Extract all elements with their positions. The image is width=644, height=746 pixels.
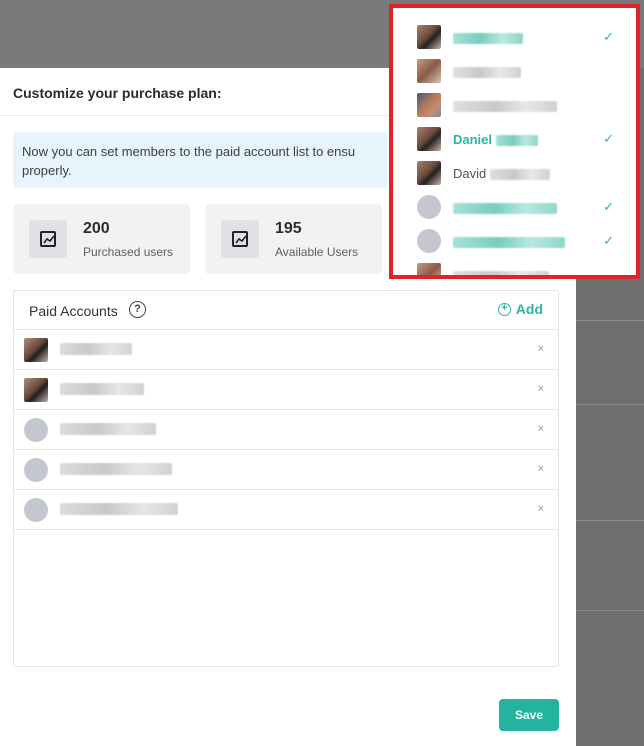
paid-accounts-header: Paid Accounts ? + Add — [14, 291, 558, 330]
remove-icon[interactable]: × — [538, 463, 544, 475]
avatar — [417, 229, 441, 253]
member-name-redacted — [60, 503, 178, 515]
table-row: × — [14, 330, 558, 370]
member-name-redacted — [60, 423, 156, 435]
chart-icon — [29, 220, 67, 258]
check-icon: ✓ — [603, 233, 614, 248]
background-divider — [576, 404, 644, 405]
avatar — [417, 195, 441, 219]
option-first-name: David — [453, 166, 487, 181]
avatar — [24, 378, 48, 402]
check-icon: ✓ — [603, 29, 614, 44]
chart-icon — [221, 220, 259, 258]
remove-icon[interactable]: × — [538, 383, 544, 395]
remove-icon[interactable]: × — [538, 343, 544, 355]
option-name — [453, 268, 549, 275]
background-divider — [576, 610, 644, 611]
check-icon: ✓ — [603, 199, 614, 214]
add-label: Add — [515, 301, 543, 317]
member-name-redacted — [60, 343, 132, 355]
dropdown-option[interactable]: David — [393, 156, 636, 190]
dropdown-option[interactable] — [393, 258, 636, 275]
option-name — [453, 30, 523, 45]
avatar — [24, 458, 48, 482]
save-button[interactable]: Save — [499, 699, 559, 731]
avatar — [417, 127, 441, 151]
table-row: × — [14, 450, 558, 490]
paid-accounts-panel: Paid Accounts ? + Add × × × × × — [13, 290, 559, 667]
option-first-name: Daniel — [453, 132, 493, 147]
avatar — [417, 263, 441, 275]
member-name-redacted — [60, 463, 172, 475]
dropdown-option[interactable] — [393, 88, 636, 122]
member-select-dropdown[interactable]: ✓ Daniel ✓ David ✓ ✓ — [389, 4, 640, 279]
member-name-redacted — [60, 383, 144, 395]
table-row: × — [14, 490, 558, 530]
option-name — [453, 234, 565, 249]
dropdown-option[interactable]: ✓ — [393, 190, 636, 224]
avatar — [417, 93, 441, 117]
dropdown-option[interactable]: Daniel ✓ — [393, 122, 636, 156]
help-icon[interactable]: ? — [129, 301, 146, 318]
option-name — [453, 200, 557, 215]
dropdown-option[interactable]: ✓ — [393, 224, 636, 258]
plus-circle-icon: + — [497, 302, 511, 316]
stat-label: Purchased users — [83, 245, 174, 259]
dropdown-option[interactable] — [393, 54, 636, 88]
option-name — [453, 64, 521, 79]
stat-available-users: 195 Available Users — [205, 204, 382, 274]
background-divider — [576, 520, 644, 521]
paid-accounts-title: Paid Accounts — [29, 303, 118, 319]
stat-label: Available Users — [275, 245, 359, 259]
avatar — [24, 498, 48, 522]
avatar — [417, 161, 441, 185]
add-button[interactable]: + Add — [497, 301, 543, 317]
table-row: × — [14, 410, 558, 450]
avatar — [24, 338, 48, 362]
remove-icon[interactable]: × — [538, 503, 544, 515]
stat-value: 200 — [83, 220, 110, 237]
remove-icon[interactable]: × — [538, 423, 544, 435]
avatar — [417, 25, 441, 49]
dropdown-option[interactable]: ✓ — [393, 20, 636, 54]
stat-value: 195 — [275, 220, 302, 237]
info-notice: Now you can set members to the paid acco… — [13, 132, 387, 188]
background-divider — [576, 320, 644, 321]
option-name: David — [453, 166, 550, 181]
option-name: Daniel — [453, 132, 538, 147]
table-row: × — [14, 370, 558, 410]
avatar — [24, 418, 48, 442]
check-icon: ✓ — [603, 131, 614, 146]
stat-purchased-users: 200 Purchased users — [13, 204, 190, 274]
option-name — [453, 98, 557, 113]
avatar — [417, 59, 441, 83]
